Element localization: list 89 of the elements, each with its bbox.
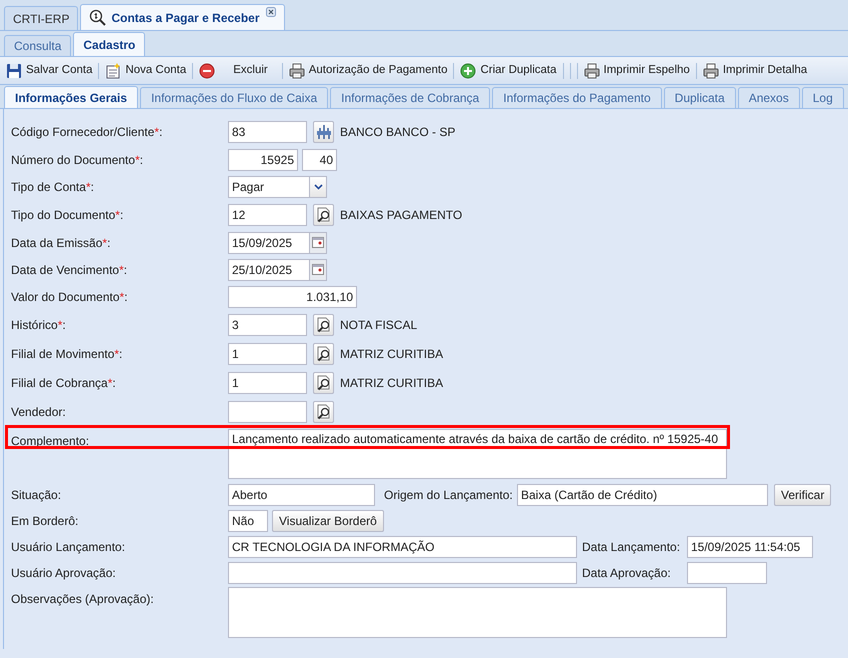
lookup-button[interactable] <box>313 314 334 336</box>
date-field[interactable]: 25/10/2025 <box>228 258 327 280</box>
mode-tab[interactable]: Consulta <box>4 35 72 56</box>
input-field[interactable] <box>687 562 767 584</box>
field-label: Usuário Aprovação: <box>11 566 116 580</box>
select-field[interactable]: Pagar <box>228 176 327 198</box>
mode-tab[interactable]: Cadastro <box>73 32 146 56</box>
action-button[interactable]: Visualizar Borderô <box>272 510 384 532</box>
calendar-icon <box>312 264 324 275</box>
date-field[interactable]: 15/09/2025 <box>228 232 327 254</box>
input-field[interactable]: 1 <box>228 342 307 364</box>
field-label: Situação: <box>11 488 62 502</box>
lookup-button[interactable] <box>313 342 334 364</box>
input-field[interactable]: Baixa (Cartão de Crédito) <box>517 484 768 506</box>
search-icon <box>315 374 332 391</box>
input-field[interactable] <box>228 562 577 584</box>
field-label: Em Borderô: <box>11 514 78 528</box>
window-tab[interactable]: Contas a Pagar e Receber <box>80 4 285 30</box>
field-label: Número do Documento*: <box>11 152 144 166</box>
description-text: BANCO BANCO - SP <box>340 124 456 140</box>
section-tab[interactable]: Informações Gerais <box>4 86 138 108</box>
section-tab[interactable]: Informações do Pagamento <box>492 87 662 108</box>
toolbar-button[interactable]: Imprimir Detalha <box>700 60 810 82</box>
section-tab[interactable]: Informações do Fluxo de Caixa <box>140 87 328 108</box>
money-search-icon <box>89 8 108 26</box>
save-icon <box>6 62 22 78</box>
input-field[interactable]: 1.031,10 <box>228 286 357 308</box>
add-icon <box>460 62 476 78</box>
description-text: MATRIZ CURITIBA <box>340 346 444 362</box>
window-tab[interactable]: CRTI-ERP <box>4 6 78 30</box>
input-field[interactable]: 40 <box>302 148 337 170</box>
printer-icon <box>702 62 719 78</box>
printer-icon <box>288 62 305 78</box>
input-field[interactable]: Não <box>228 510 268 532</box>
action-button[interactable]: Verificar <box>774 484 832 506</box>
delete-icon <box>199 62 216 78</box>
input-field[interactable]: 15/09/2025 11:54:05 <box>687 536 813 558</box>
lookup-button[interactable] <box>313 120 334 142</box>
input-field[interactable]: 3 <box>228 314 307 336</box>
toolbar-button[interactable]: Criar Duplicata <box>458 60 559 82</box>
calendar-icon <box>312 237 324 248</box>
lookup-button[interactable] <box>313 204 334 226</box>
field-label: Tipo de Conta*: <box>11 180 94 194</box>
lookup-button[interactable] <box>313 372 334 394</box>
search-icon <box>315 403 332 420</box>
field-label: Tipo do Documento*: <box>11 208 124 222</box>
field-label: Observações (Aprovação): <box>11 592 154 606</box>
search-icon <box>315 206 332 223</box>
section-tab[interactable]: Log <box>802 87 844 108</box>
input-field[interactable]: 1 <box>228 372 307 394</box>
description-text: NOTA FISCAL <box>340 316 418 334</box>
input-field[interactable] <box>228 400 307 422</box>
input-field[interactable]: CR TECNOLOGIA DA INFORMAÇÃO <box>228 536 577 558</box>
field-label: Data Lançamento: <box>582 540 680 554</box>
field-label: Histórico*: <box>11 318 66 332</box>
chevron-down-icon <box>314 184 322 190</box>
field-label: Origem do Lançamento: <box>384 488 513 502</box>
description-text: BAIXAS PAGAMENTO <box>340 206 462 224</box>
section-tab[interactable]: Anexos <box>738 87 800 108</box>
input-field[interactable]: 12 <box>228 204 307 226</box>
toolbar-button[interactable]: Excluir <box>197 60 278 82</box>
field-label: Complemento: <box>11 434 90 448</box>
toolbar-button[interactable]: Imprimir Espelho <box>582 60 692 82</box>
description-text: MATRIZ CURITIBA <box>340 374 444 392</box>
field-label: Data Aprovação: <box>582 566 671 580</box>
lookup-button[interactable] <box>313 400 334 422</box>
field-label: Código Fornecedor/Cliente*: <box>11 124 162 138</box>
section-tab[interactable]: Informações de Cobrança <box>330 87 490 108</box>
close-icon[interactable] <box>266 6 276 16</box>
toolbar-button[interactable]: Salvar Conta <box>4 60 94 82</box>
field-label: Data da Emissão*: <box>11 236 110 250</box>
field-label: Usuário Lançamento: <box>11 540 126 554</box>
toolbar-button[interactable]: Autorização de Pagamento <box>286 60 450 82</box>
toolbar-button[interactable]: Nova Conta <box>103 60 188 82</box>
search-icon <box>315 316 332 333</box>
input-field[interactable]: 15925 <box>228 148 298 170</box>
printer-icon <box>584 62 600 78</box>
field-label: Vendedor: <box>11 404 66 418</box>
field-label: Valor do Documento*: <box>11 290 128 304</box>
input-field[interactable]: Aberto <box>228 484 375 506</box>
field-label: Data de Vencimento*: <box>11 262 128 276</box>
new-document-icon <box>105 62 122 78</box>
text-area[interactable]: Lançamento realizado automaticamente através da baixa de cartão de crédito. nº 15925-40 <box>228 429 727 479</box>
network-icon <box>315 123 332 140</box>
field-label: Filial de Movimento*: <box>11 346 122 360</box>
field-label: Filial de Cobrança*: <box>11 376 116 390</box>
section-tab[interactable]: Duplicata <box>664 87 736 108</box>
input-field[interactable]: 83 <box>228 120 307 142</box>
search-icon <box>315 345 332 362</box>
